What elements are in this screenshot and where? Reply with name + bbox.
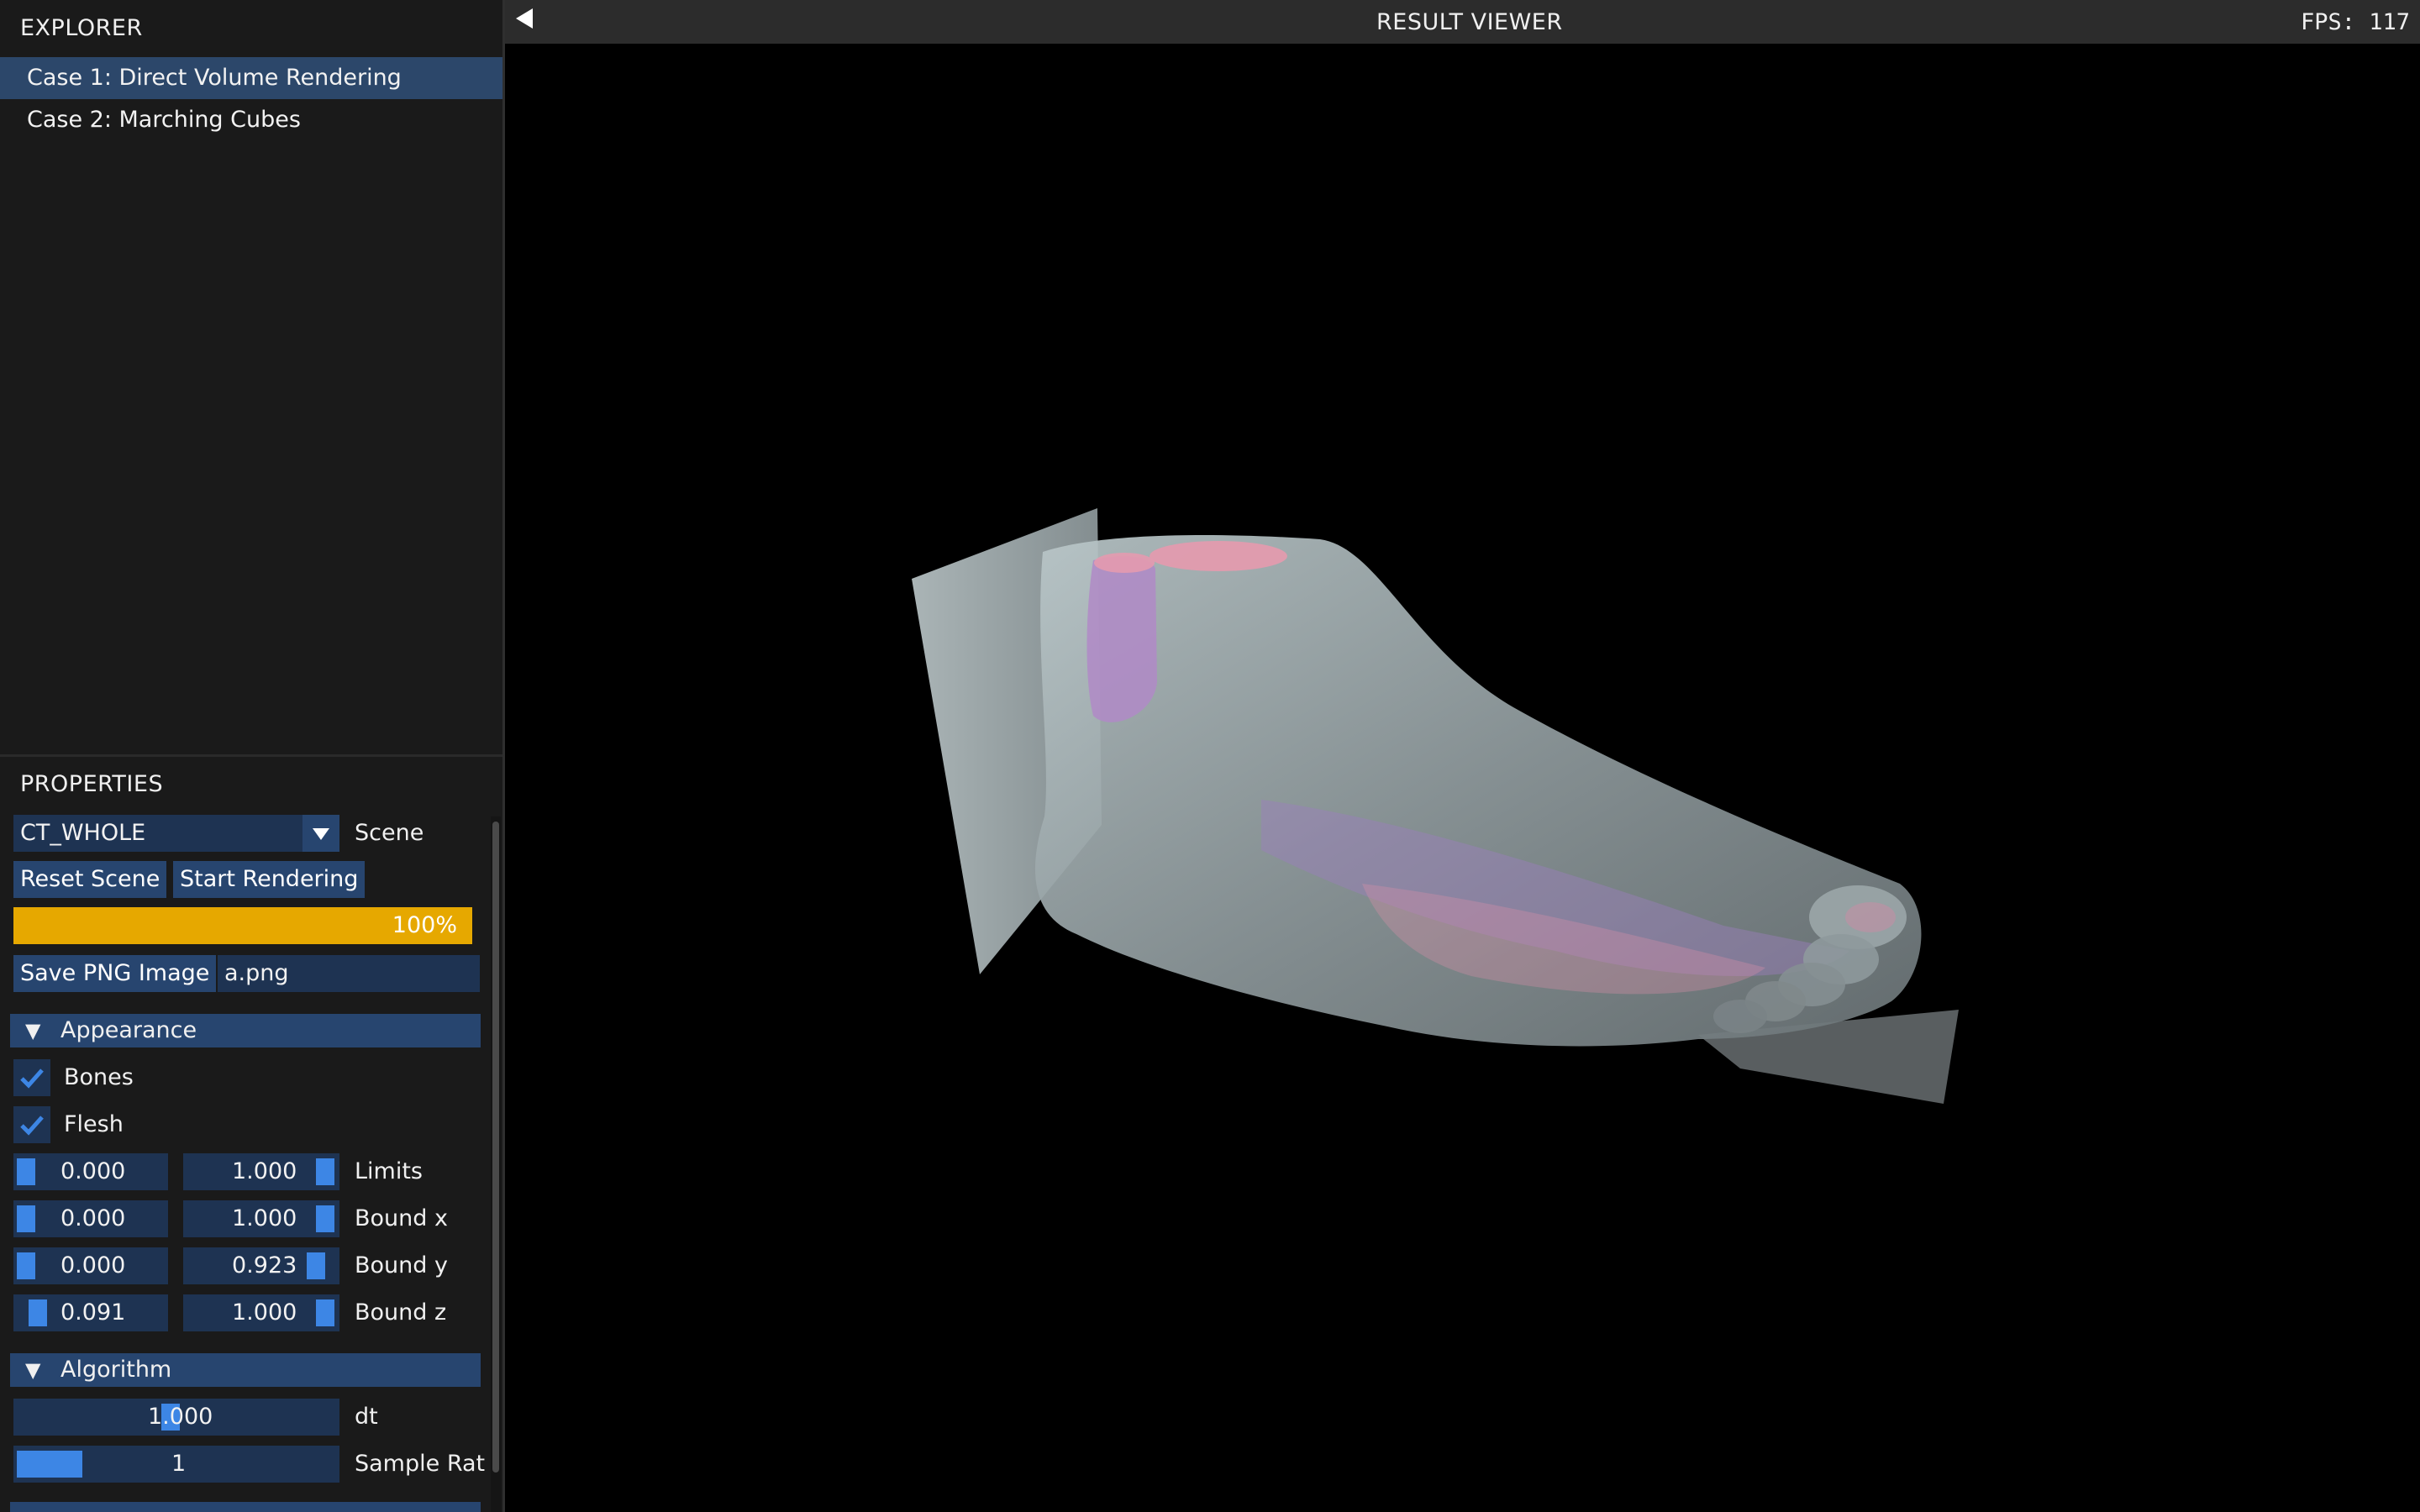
bound-z-max-value: 1.000	[232, 1299, 297, 1326]
bound-z-label: Bound z	[355, 1299, 447, 1326]
foot-volume-render	[912, 508, 1959, 1104]
slider-grab[interactable]	[17, 1158, 35, 1185]
slider-grab[interactable]	[316, 1158, 334, 1185]
limits-label: Limits	[355, 1158, 423, 1184]
slider-grab[interactable]	[17, 1205, 35, 1232]
limits-min-slider[interactable]: 0.000	[13, 1153, 168, 1190]
limits-min-value: 0.000	[60, 1158, 126, 1184]
bound-x-max-slider[interactable]: 1.000	[183, 1200, 339, 1237]
bound-x-min-value: 0.000	[60, 1205, 126, 1231]
viewer-title: RESULT VIEWER	[1376, 9, 1563, 35]
slider-grab[interactable]	[17, 1451, 82, 1478]
collapse-left-icon[interactable]	[516, 8, 533, 29]
bound-y-max-value: 0.923	[232, 1252, 297, 1278]
properties-title: PROPERTIES	[20, 771, 164, 797]
bound-y-max-slider[interactable]: 0.923	[183, 1247, 339, 1284]
bones-label: Bones	[64, 1064, 134, 1090]
progress-bar: 100%	[13, 907, 472, 944]
bound-x-label: Bound x	[355, 1205, 448, 1231]
chevron-down-icon	[313, 828, 329, 840]
scrollbar-thumb[interactable]	[492, 822, 499, 1473]
panel-splitter[interactable]	[0, 754, 502, 757]
bound-y-label: Bound y	[355, 1252, 448, 1278]
limits-max-value: 1.000	[232, 1158, 297, 1184]
slider-grab[interactable]	[17, 1252, 35, 1279]
algorithm-header-label: Algorithm	[60, 1357, 172, 1383]
scene-label: Scene	[355, 820, 424, 846]
bones-checkbox[interactable]	[13, 1059, 50, 1096]
appearance-header[interactable]: ▼ Appearance	[10, 1014, 481, 1047]
fps-counter: FPS: 117	[2300, 9, 2410, 35]
explorer-title: EXPLORER	[20, 15, 143, 41]
bound-y-min-slider[interactable]: 0.000	[13, 1247, 168, 1284]
reset-scene-button[interactable]: Reset Scene	[13, 861, 167, 898]
scene-value: CT_WHOLE	[20, 820, 146, 846]
appearance-header-label: Appearance	[60, 1017, 197, 1043]
explorer-item-case-2[interactable]: Case 2: Marching Cubes	[0, 99, 502, 141]
flesh-checkbox[interactable]	[13, 1106, 50, 1143]
dt-label: dt	[355, 1404, 378, 1430]
explorer-item-case-1[interactable]: Case 1: Direct Volume Rendering	[0, 57, 502, 99]
checkmark-icon	[20, 1116, 44, 1136]
save-png-button[interactable]: Save PNG Image	[13, 955, 217, 992]
progress-text: 100%	[392, 912, 457, 938]
slider-grab[interactable]	[316, 1299, 334, 1326]
filename-value: a.png	[224, 960, 289, 986]
scene-combo[interactable]: CT_WHOLE	[13, 815, 302, 852]
collapse-triangle-icon: ▼	[25, 1019, 41, 1042]
sample-rate-slider[interactable]: 1	[13, 1446, 339, 1483]
checkmark-icon	[20, 1068, 44, 1089]
flesh-label: Flesh	[64, 1111, 124, 1137]
scene-dropdown-button[interactable]	[302, 815, 339, 852]
sample-rate-value: 1	[171, 1451, 187, 1477]
slider-grab[interactable]	[316, 1205, 334, 1232]
bound-x-max-value: 1.000	[232, 1205, 297, 1231]
bound-z-min-slider[interactable]: 0.091	[13, 1294, 168, 1331]
slider-grab[interactable]	[307, 1252, 325, 1279]
filename-input[interactable]: a.png	[218, 955, 480, 992]
dt-value: 1.000	[148, 1404, 213, 1430]
start-rendering-button[interactable]: Start Rendering	[173, 861, 366, 898]
collapse-triangle-icon: ▼	[25, 1358, 41, 1382]
bound-x-min-slider[interactable]: 0.000	[13, 1200, 168, 1237]
slider-grab[interactable]	[29, 1299, 47, 1326]
render-viewport[interactable]	[505, 44, 2420, 1512]
sample-rate-label: Sample Rat	[355, 1451, 486, 1477]
left-panel: EXPLORER Case 1: Direct Volume Rendering…	[0, 0, 502, 1512]
dt-slider[interactable]: 1.000	[13, 1399, 339, 1436]
next-section-header[interactable]	[10, 1502, 481, 1512]
bound-z-max-slider[interactable]: 1.000	[183, 1294, 339, 1331]
limits-max-slider[interactable]: 1.000	[183, 1153, 339, 1190]
bound-y-min-value: 0.000	[60, 1252, 126, 1278]
bound-z-min-value: 0.091	[60, 1299, 126, 1326]
algorithm-header[interactable]: ▼ Algorithm	[10, 1353, 481, 1387]
